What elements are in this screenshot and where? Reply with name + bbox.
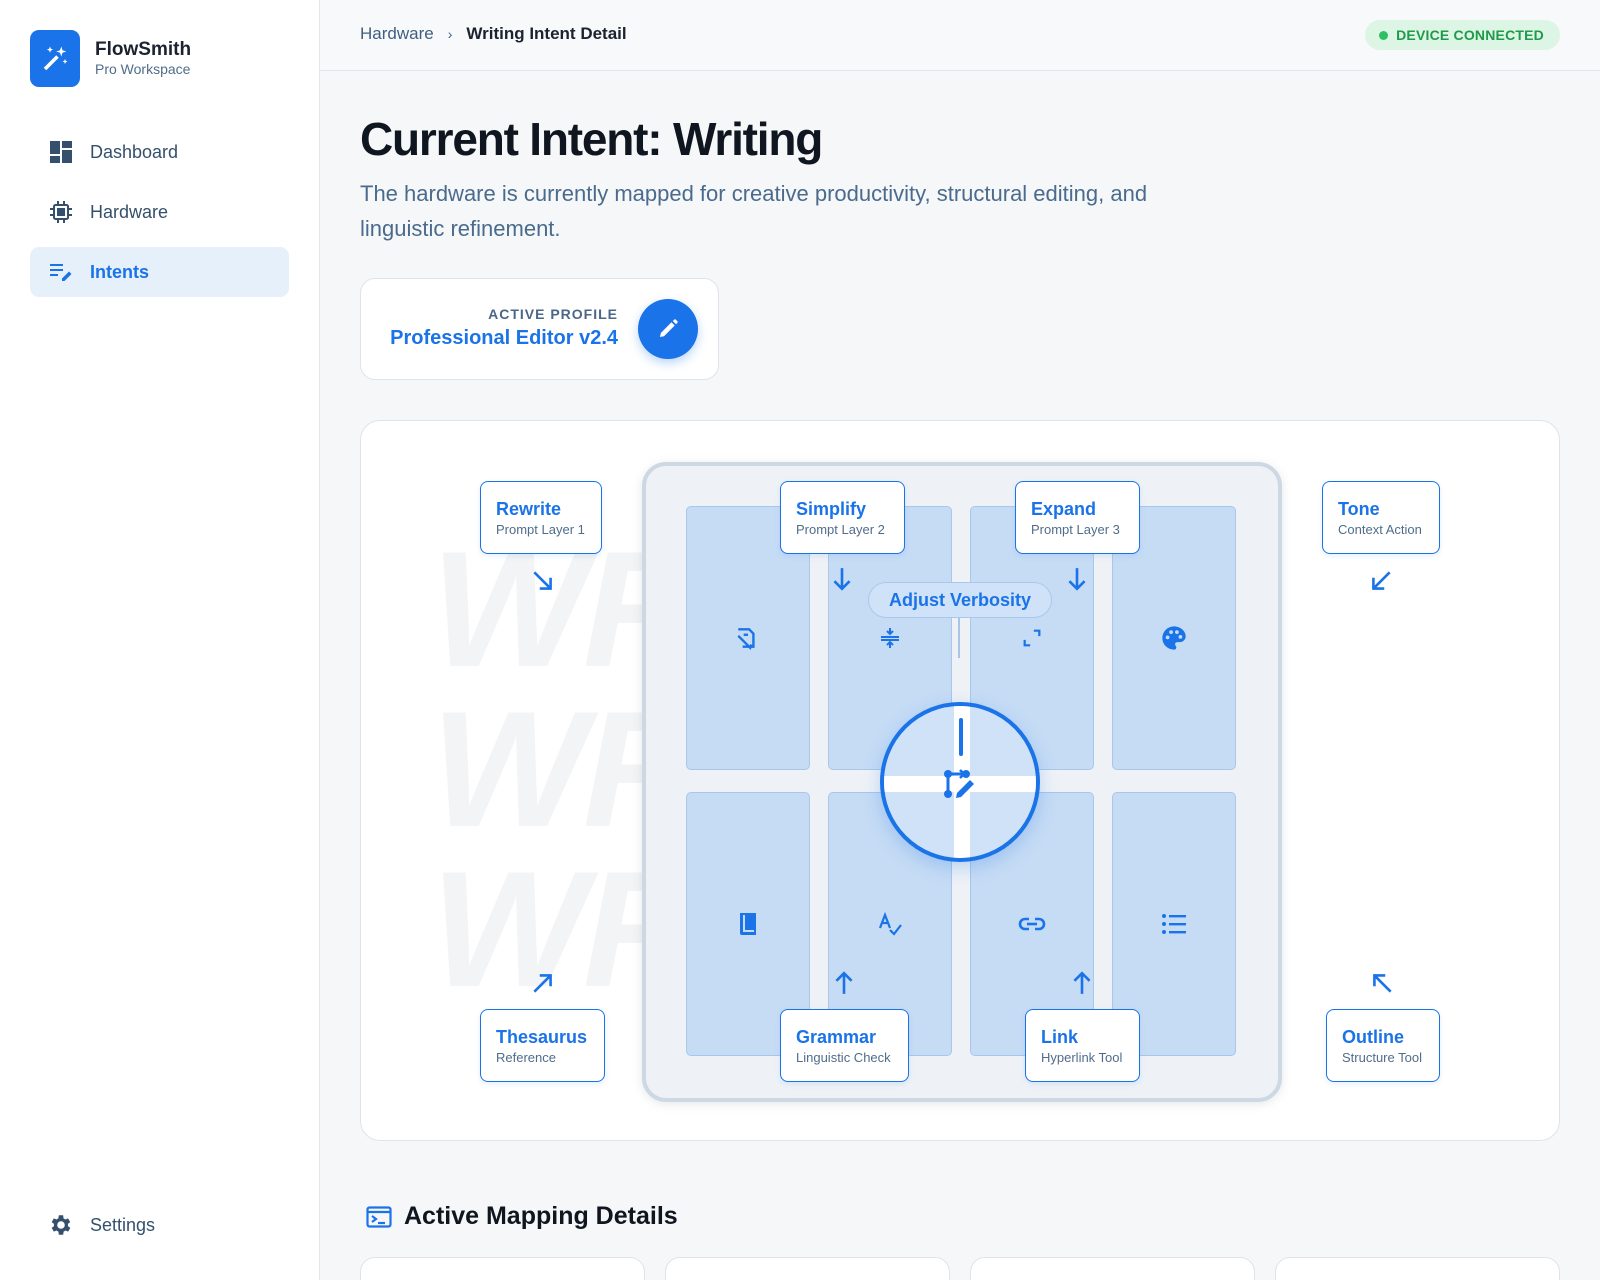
status-label: DEVICE CONNECTED bbox=[1396, 27, 1544, 43]
terminal-icon bbox=[366, 1205, 392, 1228]
sidebar-nav: Dashboard Hardware Intents bbox=[30, 127, 289, 307]
page-title: Current Intent: Writing bbox=[360, 113, 823, 165]
magic-wand-icon bbox=[30, 30, 80, 87]
arrow-down-icon bbox=[833, 568, 851, 591]
spellcheck-icon bbox=[875, 909, 905, 939]
mapping-detail-card[interactable] bbox=[665, 1257, 950, 1280]
callout-simplify[interactable]: Simplify Prompt Layer 2 bbox=[780, 481, 905, 554]
arrow-up-icon bbox=[1073, 971, 1091, 994]
sidebar-item-hardware[interactable]: Hardware bbox=[30, 187, 289, 237]
sidebar-item-label: Hardware bbox=[90, 201, 169, 222]
gear-icon bbox=[48, 1212, 74, 1238]
arrow-up-icon bbox=[835, 971, 853, 994]
dashboard-icon bbox=[48, 139, 74, 165]
section-title: Active Mapping Details bbox=[404, 1202, 678, 1230]
sidebar-item-label: Dashboard bbox=[90, 141, 179, 162]
top-bar: Hardware › Writing Intent Detail DEVICE … bbox=[320, 0, 1600, 71]
palette-icon bbox=[1159, 623, 1189, 653]
profile-label: ACTIVE PROFILE bbox=[488, 306, 618, 322]
callout-expand[interactable]: Expand Prompt Layer 3 bbox=[1015, 481, 1140, 554]
breadcrumb: Hardware › Writing Intent Detail bbox=[360, 24, 627, 44]
callout-outline[interactable]: Outline Structure Tool bbox=[1326, 1009, 1440, 1082]
chip-icon bbox=[48, 199, 74, 225]
sidebar-item-label: Intents bbox=[90, 261, 150, 282]
active-profile-card: ACTIVE PROFILE Professional Editor v2.4 bbox=[360, 278, 719, 380]
link-icon bbox=[1017, 909, 1047, 939]
sidebar-item-dashboard[interactable]: Dashboard bbox=[30, 127, 289, 177]
edit-profile-button[interactable] bbox=[638, 299, 698, 359]
list-icon bbox=[1159, 909, 1189, 939]
arrow-up-left-icon bbox=[1373, 974, 1392, 993]
dial-connector bbox=[958, 618, 960, 658]
callout-rewrite[interactable]: Rewrite Prompt Layer 1 bbox=[480, 481, 602, 554]
mapping-detail-card[interactable] bbox=[1275, 1257, 1560, 1280]
arrow-down-left-icon bbox=[1372, 571, 1391, 590]
callout-link[interactable]: Link Hyperlink Tool bbox=[1025, 1009, 1140, 1082]
callout-thesaurus[interactable]: Thesaurus Reference bbox=[480, 1009, 605, 1082]
edit-document-icon bbox=[733, 623, 763, 653]
profile-name: Professional Editor v2.4 bbox=[390, 327, 618, 349]
status-dot-icon bbox=[1379, 30, 1389, 40]
pencil-icon bbox=[660, 319, 678, 337]
sidebar-item-intents[interactable]: Intents bbox=[30, 247, 289, 297]
settings-label: Settings bbox=[90, 1214, 156, 1235]
chevron-right-icon: › bbox=[447, 26, 453, 42]
mapping-detail-card[interactable] bbox=[970, 1257, 1255, 1280]
callout-tone[interactable]: Tone Context Action bbox=[1322, 481, 1440, 554]
compress-icon bbox=[875, 623, 905, 653]
brand-name: FlowSmith bbox=[95, 39, 192, 60]
arrow-down-icon bbox=[1068, 568, 1086, 591]
brand-subtitle: Pro Workspace bbox=[95, 61, 191, 77]
expand-icon bbox=[1017, 623, 1047, 653]
section-header: Active Mapping Details bbox=[366, 1202, 678, 1231]
arrow-down-right-icon bbox=[533, 571, 552, 590]
arrow-up-right-icon bbox=[533, 974, 552, 993]
brand[interactable]: FlowSmith Pro Workspace bbox=[30, 30, 191, 87]
verbosity-dial[interactable] bbox=[880, 702, 1040, 862]
status-badge: DEVICE CONNECTED bbox=[1365, 20, 1560, 50]
sidebar: FlowSmith Pro Workspace Dashboard Hardwa… bbox=[0, 0, 320, 1280]
book-icon bbox=[733, 909, 763, 939]
edit-note-icon bbox=[48, 259, 74, 285]
sidebar-item-settings[interactable]: Settings bbox=[30, 1200, 289, 1250]
breadcrumb-hardware-link[interactable]: Hardware bbox=[360, 24, 434, 44]
branch-edit-icon bbox=[944, 769, 974, 798]
page-description: The hardware is currently mapped for cre… bbox=[360, 181, 1148, 241]
callout-grammar[interactable]: Grammar Linguistic Check bbox=[780, 1009, 909, 1082]
breadcrumb-current: Writing Intent Detail bbox=[466, 24, 627, 43]
mapping-detail-card[interactable] bbox=[360, 1257, 645, 1280]
adjust-verbosity-label[interactable]: Adjust Verbosity bbox=[868, 582, 1052, 618]
